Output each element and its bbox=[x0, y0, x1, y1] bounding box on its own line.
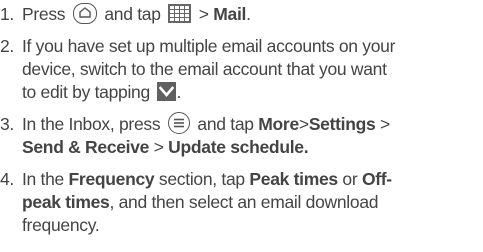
step-number: 2. bbox=[0, 36, 14, 56]
all-apps-grid-icon bbox=[168, 3, 192, 23]
step-text: device, switch to the email account that… bbox=[22, 59, 387, 79]
step-text: section, tap bbox=[158, 169, 245, 189]
arrow: > bbox=[153, 137, 164, 157]
settings-label: Settings bbox=[308, 114, 376, 134]
period: . bbox=[246, 4, 251, 24]
step-text: If you have set up multiple email accoun… bbox=[22, 36, 396, 56]
menu-button-icon bbox=[167, 112, 190, 135]
peak-times-label: Peak times bbox=[249, 169, 338, 189]
step-text: or bbox=[342, 169, 358, 189]
step-number: 4. bbox=[0, 169, 14, 189]
mail-label: Mail bbox=[213, 4, 247, 24]
step-3-line-1: In the Inbox, press and tap More>Setting… bbox=[22, 112, 390, 136]
off-label: Off- bbox=[361, 169, 392, 189]
step-text: and tap bbox=[99, 4, 166, 24]
send-receive-label: Send & Receive bbox=[22, 137, 150, 157]
step-number: 3. bbox=[0, 114, 14, 134]
home-button-icon bbox=[72, 2, 97, 24]
update-schedule-label: Update schedule. bbox=[168, 137, 309, 157]
off-peak-times-label: peak times bbox=[22, 192, 110, 212]
step-text: to edit by tapping bbox=[22, 82, 155, 102]
step-3-line-2: Send & Receive > Update schedule. bbox=[22, 136, 309, 158]
dropdown-check-icon bbox=[157, 81, 177, 101]
step-text: Press bbox=[22, 4, 70, 24]
step-4-line-1: In the Frequency section, tap Peak times… bbox=[22, 168, 392, 190]
frequency-label: Frequency bbox=[68, 169, 155, 189]
step-text: frequency. bbox=[22, 215, 100, 235]
step-text: In the Inbox, press bbox=[22, 114, 165, 134]
arrow: > bbox=[298, 114, 309, 134]
step-4-line-2: peak times, and then select an email dow… bbox=[22, 191, 378, 213]
step-2-line-3: to edit by tapping . bbox=[22, 81, 181, 103]
step-text: , and then select an email download bbox=[109, 192, 379, 212]
more-label: More bbox=[258, 114, 299, 134]
period: . bbox=[176, 82, 182, 102]
step-number: 1. bbox=[0, 4, 14, 24]
instruction-steps: 1. Press and tap > Mail. 2. If you have … bbox=[0, 0, 483, 252]
step-text: In the bbox=[22, 169, 64, 189]
arrow: > bbox=[380, 114, 390, 134]
step-1-line: Press and tap > Mail. bbox=[22, 2, 251, 26]
arrow: > bbox=[194, 4, 209, 24]
step-text: and tap bbox=[192, 114, 254, 134]
